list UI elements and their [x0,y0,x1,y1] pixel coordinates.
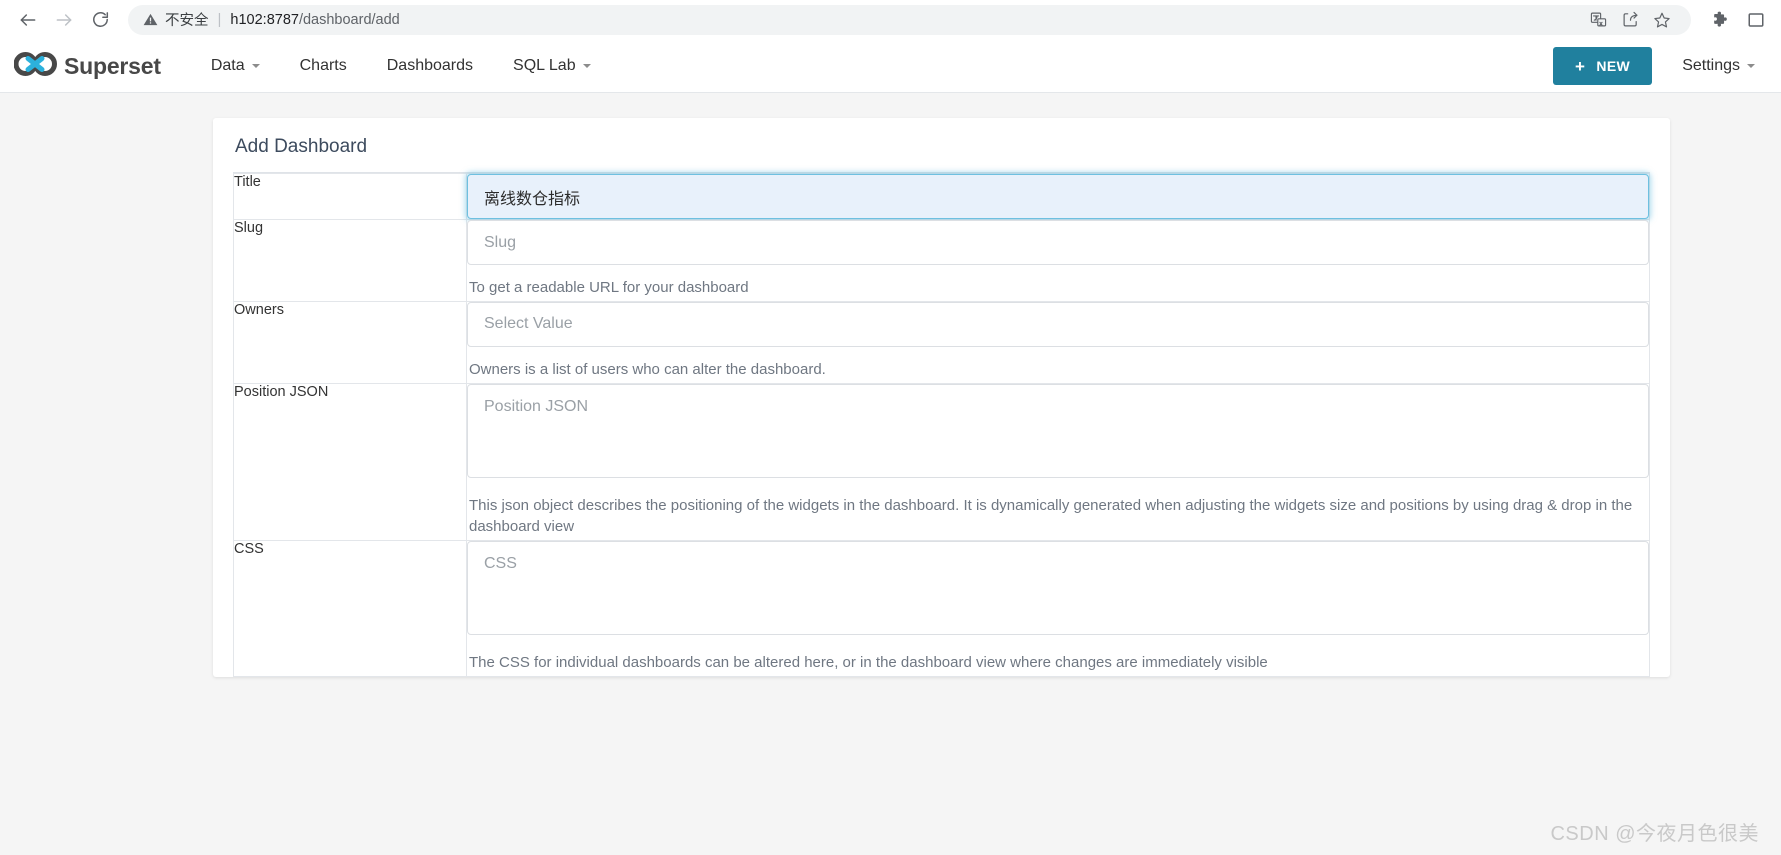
browser-toolbar: 不安全 | h102:8787/dashboard/add [0,0,1781,40]
field-cell-css: The CSS for individual dashboards can be… [467,541,1650,677]
title-input[interactable] [467,174,1649,219]
settings-label: Settings [1682,57,1740,75]
chevron-down-icon [252,64,260,68]
nav-item-dashboards-label: Dashboards [387,57,473,75]
forward-arrow-icon[interactable] [46,2,82,38]
nav-item-data-label: Data [211,57,245,75]
field-cell-title [467,174,1650,220]
brand-logo-link[interactable]: Superset [14,51,161,82]
page-title: Add Dashboard [233,118,1650,173]
csdn-watermark: CSDN @今夜月色很美 [1550,817,1759,846]
form-row-title: Title [234,174,1650,220]
superset-navbar: Superset Data Charts Dashboards SQL Lab … [0,40,1781,93]
dashboard-form: Title Slug To get a readable URL for you… [233,173,1650,677]
owners-select-input[interactable] [467,302,1649,347]
side-panel-icon[interactable] [1741,5,1771,35]
form-row-owners: Owners Owners is a list of users who can… [234,301,1650,383]
security-warning-icon [142,12,158,28]
brand-name: Superset [64,53,161,80]
reload-icon[interactable] [82,2,118,38]
nav-item-dashboards[interactable]: Dashboards [367,57,493,75]
field-cell-slug: To get a readable URL for your dashboard [467,220,1650,302]
address-bar[interactable]: 不安全 | h102:8787/dashboard/add [128,5,1691,35]
slug-help-text: To get a readable URL for your dashboard [467,265,1649,301]
nav-item-data[interactable]: Data [191,57,280,75]
page-body: Add Dashboard Title Slug To get a readab… [0,93,1781,855]
nav-item-sql-lab[interactable]: SQL Lab [493,57,611,75]
new-button[interactable]: + NEW [1553,47,1652,85]
position-json-help-text: This json object describes the positioni… [467,483,1649,541]
nav-item-charts-label: Charts [300,57,347,75]
css-textarea[interactable] [467,541,1649,635]
main-nav: Data Charts Dashboards SQL Lab [191,57,611,75]
css-help-text: The CSS for individual dashboards can be… [467,640,1649,676]
nav-item-sql-lab-label: SQL Lab [513,57,576,75]
field-cell-owners: Owners is a list of users who can alter … [467,301,1650,383]
field-label-position-json: Position JSON [234,383,467,541]
extensions-puzzle-icon[interactable] [1705,5,1735,35]
share-icon[interactable] [1615,5,1645,35]
address-url-path: /dashboard/add [299,12,400,28]
field-label-title: Title [234,174,467,220]
position-json-textarea[interactable] [467,384,1649,478]
chevron-down-icon [1747,64,1755,68]
security-warning-label: 不安全 [165,9,209,30]
form-row-position-json: Position JSON This json object describes… [234,383,1650,541]
address-url: h102:8787/dashboard/add [230,12,399,28]
field-cell-position-json: This json object describes the positioni… [467,383,1650,541]
form-row-slug: Slug To get a readable URL for your dash… [234,220,1650,302]
slug-input[interactable] [467,220,1649,265]
field-label-css: CSS [234,541,467,677]
plus-icon: + [1575,58,1585,75]
add-dashboard-card: Add Dashboard Title Slug To get a readab… [213,118,1670,677]
back-arrow-icon[interactable] [10,2,46,38]
address-separator: | [218,11,222,28]
translate-icon[interactable] [1583,5,1613,35]
chevron-down-icon [583,64,591,68]
field-label-owners: Owners [234,301,467,383]
new-button-label: NEW [1596,58,1630,74]
superset-logo-icon [14,51,58,82]
settings-menu[interactable]: Settings [1682,57,1755,75]
nav-item-charts[interactable]: Charts [280,57,367,75]
bookmark-star-icon[interactable] [1647,5,1677,35]
owners-help-text: Owners is a list of users who can alter … [467,347,1649,383]
address-url-host: h102:8787 [230,12,299,28]
form-row-css: CSS The CSS for individual dashboards ca… [234,541,1650,677]
field-label-slug: Slug [234,220,467,302]
